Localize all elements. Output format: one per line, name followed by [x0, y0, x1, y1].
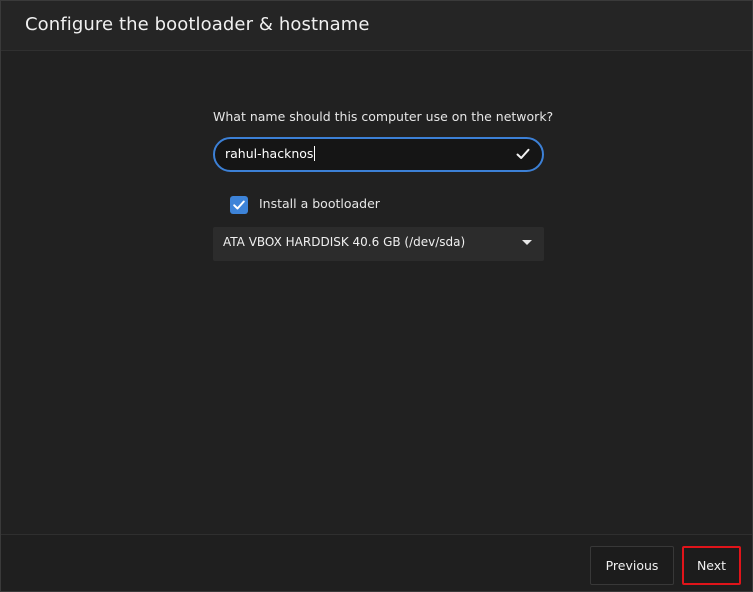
next-button[interactable]: Next	[682, 546, 741, 585]
text-caret	[314, 146, 316, 161]
hostname-input-value[interactable]: rahul-hacknos	[225, 146, 316, 161]
previous-button[interactable]: Previous	[590, 546, 674, 585]
hostname-question-label: What name should this computer use on th…	[213, 109, 554, 124]
page-header: Configure the bootloader & hostname	[1, 1, 752, 51]
installer-window: Configure the bootloader & hostname What…	[0, 0, 753, 592]
bootloader-device-value: ATA VBOX HARDDISK 40.6 GB (/dev/sda)	[223, 235, 466, 249]
page-title: Configure the bootloader & hostname	[25, 14, 370, 35]
install-bootloader-checkbox[interactable]	[230, 196, 248, 214]
bootloader-device-select[interactable]: ATA VBOX HARDDISK 40.6 GB (/dev/sda)	[213, 227, 544, 261]
hostname-input[interactable]: rahul-hacknos	[213, 137, 544, 172]
checkbox-check-icon	[233, 200, 245, 210]
install-bootloader-label[interactable]: Install a bootloader	[259, 196, 380, 211]
chevron-down-icon	[522, 240, 532, 245]
checkmark-icon	[516, 148, 530, 159]
navigation-footer: Previous Next	[1, 534, 752, 591]
main-content: What name should this computer use on th…	[1, 51, 752, 534]
